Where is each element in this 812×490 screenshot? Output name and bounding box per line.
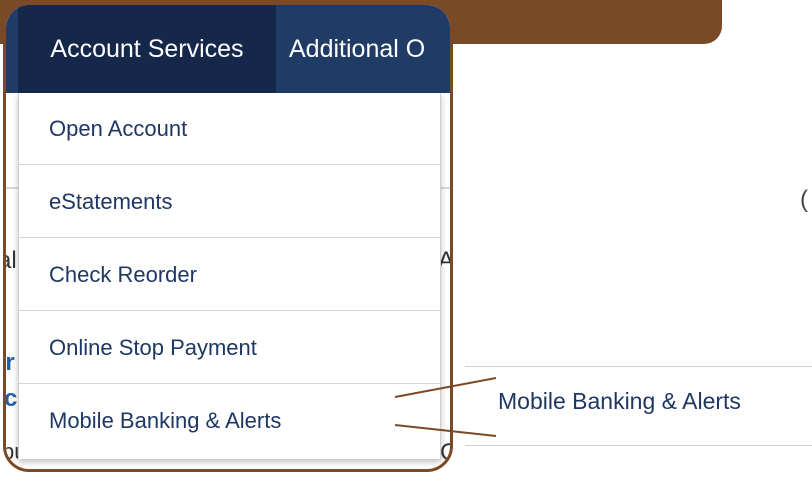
callout-top-divider (465, 366, 812, 367)
top-navigation-bar: Account Services Additional O (6, 5, 450, 93)
edge-text-fragment: ( (800, 186, 808, 213)
account-services-dropdown: Open Account eStatements Check Reorder O… (18, 93, 441, 459)
menu-item-online-stop-payment[interactable]: Online Stop Payment (19, 312, 440, 384)
callout-mobile-banking-alerts[interactable]: Mobile Banking & Alerts (498, 388, 741, 415)
zoomed-menu-frame: Account Services Additional O al A ar c … (3, 2, 453, 472)
menu-item-estatements[interactable]: eStatements (19, 166, 440, 238)
nav-additional[interactable]: Additional O (289, 5, 425, 93)
callout-bottom-divider (465, 445, 812, 446)
background-heading-fragment: c (4, 385, 18, 412)
nav-account-services[interactable]: Account Services (18, 5, 276, 93)
menu-item-check-reorder[interactable]: Check Reorder (19, 239, 440, 311)
menu-item-mobile-banking-alerts[interactable]: Mobile Banking & Alerts (19, 385, 440, 457)
background-heading-fragment: ar (5, 349, 15, 376)
background-text-fragment: C (440, 439, 450, 467)
background-text-fragment: al (6, 247, 17, 274)
menu-item-open-account[interactable]: Open Account (19, 93, 440, 165)
